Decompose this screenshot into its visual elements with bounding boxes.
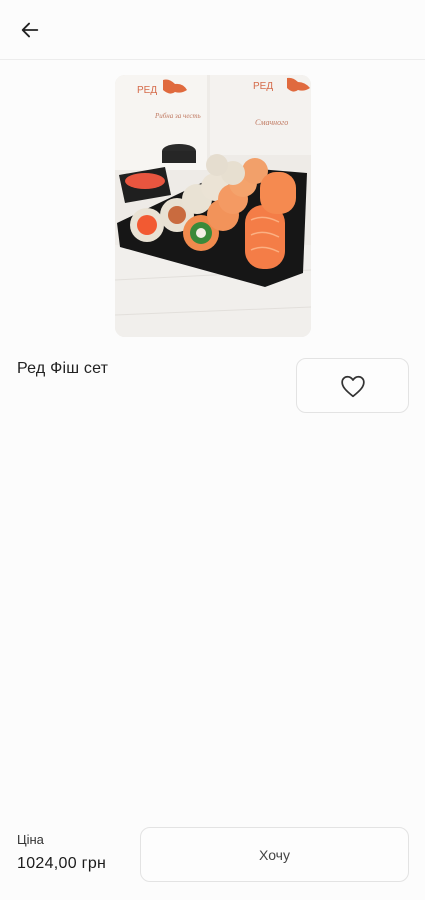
- want-button[interactable]: Хочу: [140, 827, 409, 882]
- favorite-button[interactable]: [296, 358, 409, 413]
- app-bar: [0, 0, 425, 60]
- back-button[interactable]: [12, 12, 48, 48]
- price-value: 1024,00 грн: [17, 855, 107, 872]
- svg-text:РЕД: РЕД: [253, 81, 273, 92]
- price-block: Ціна 1024,00 грн: [17, 832, 106, 873]
- svg-text:Рибна за честь: Рибна за честь: [154, 112, 201, 120]
- price-label: Ціна: [17, 832, 44, 847]
- arrow-left-icon: [21, 22, 39, 38]
- heart-outline-icon: [340, 375, 365, 397]
- product-title: Ред Фіш сет: [17, 360, 109, 377]
- svg-text:РЕД: РЕД: [137, 85, 157, 96]
- product-image: РЕД РЕД Рибна за честь Смачного: [115, 75, 311, 337]
- svg-text:Смачного: Смачного: [255, 118, 288, 127]
